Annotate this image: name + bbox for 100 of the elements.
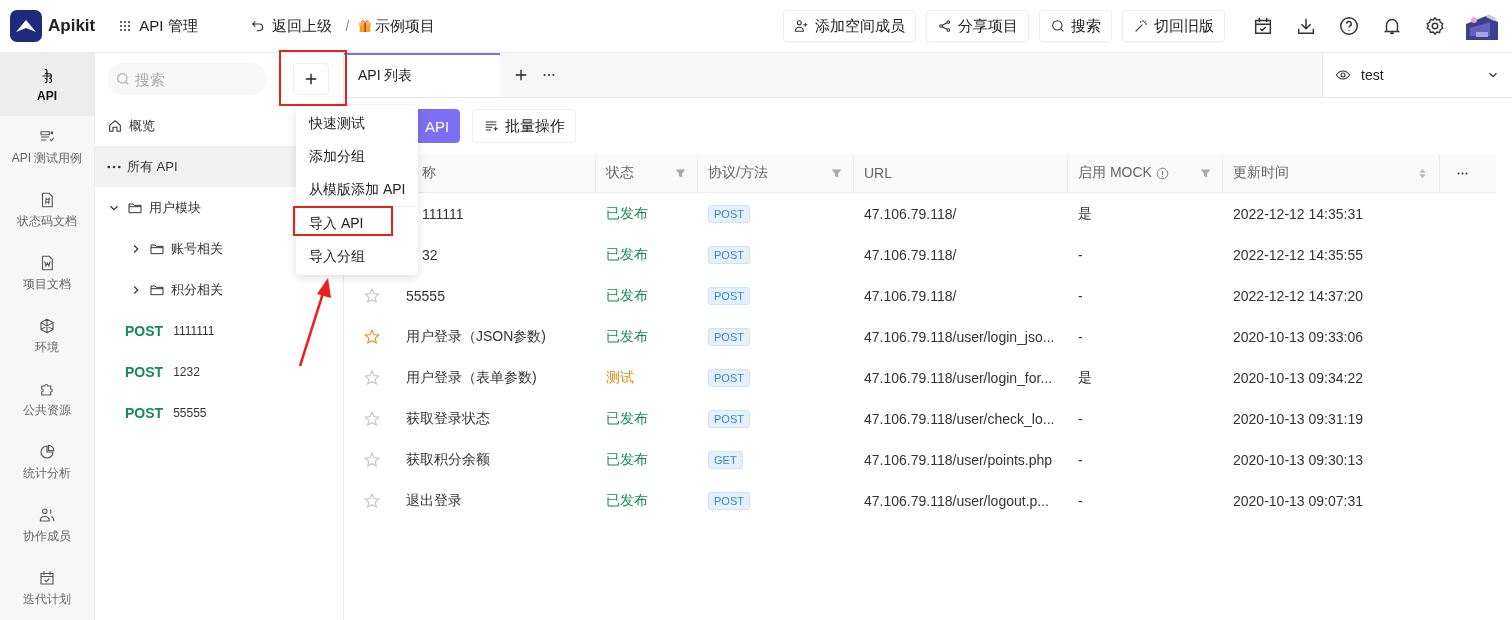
column-header: URL (864, 165, 892, 181)
status-text: 已发布 (606, 491, 648, 508)
mock-text: - (1078, 328, 1083, 345)
filter-icon[interactable] (830, 166, 843, 180)
add-user-icon (794, 18, 810, 34)
calendar-icon (38, 569, 56, 587)
column-header: 称 (422, 164, 436, 182)
endpoint-row[interactable]: POST 1232 (95, 351, 343, 392)
updated-time: 2020-10-13 09:33:06 (1233, 328, 1363, 345)
mock-text: 是 (1078, 368, 1092, 385)
eye-icon (1335, 67, 1351, 83)
plus-icon[interactable] (514, 68, 528, 82)
updated-time: 2022-12-12 14:35:31 (1233, 205, 1363, 222)
settings-icon[interactable] (1424, 15, 1446, 37)
star-icon[interactable] (363, 368, 381, 387)
status-text: 已发布 (606, 327, 648, 344)
status-text: 已发布 (606, 204, 648, 221)
header-button[interactable]: 切回旧版 (1122, 10, 1225, 42)
api-management-link[interactable]: API 管理 (111, 12, 204, 40)
method-tag: POST (708, 327, 750, 346)
column-header: 状态 (606, 164, 634, 182)
api-name[interactable]: 32 (422, 246, 438, 263)
star-icon[interactable] (363, 450, 381, 469)
updated-time: 2022-12-12 14:37:20 (1233, 287, 1363, 304)
help-icon[interactable] (1338, 15, 1360, 37)
mock-text: - (1078, 287, 1083, 304)
api-name[interactable]: 退出登录 (406, 491, 462, 508)
url-text: 47.106.79.118/user/check_lo... (864, 410, 1055, 427)
nav-item[interactable]: 统计分析 (0, 431, 94, 494)
nav-item[interactable]: 环境 (0, 305, 94, 368)
menu-item[interactable]: 导入 API (296, 207, 418, 240)
updated-time: 2020-10-13 09:31:19 (1233, 410, 1363, 427)
updated-time: 2022-12-12 14:35:55 (1233, 246, 1363, 263)
breadcrumb-separator: / (345, 18, 350, 34)
ellipsis-icon (107, 164, 121, 169)
magic-wand-icon (1133, 18, 1149, 34)
status-text: 已发布 (606, 245, 648, 262)
nav-item[interactable]: API (0, 53, 94, 116)
tab[interactable]: API 列表 (344, 53, 500, 97)
url-text: 47.106.79.118/ (864, 246, 957, 263)
list-icon (483, 118, 500, 134)
search-icon (1050, 18, 1066, 34)
mock-text: - (1078, 451, 1083, 468)
status-text: 测试 (606, 368, 634, 385)
api-name[interactable]: 55555 (406, 287, 445, 304)
header-button[interactable]: 搜索 (1039, 10, 1112, 42)
api-name[interactable]: 获取积分余额 (406, 450, 490, 467)
filter-icon[interactable] (674, 166, 687, 180)
method-tag: GET (708, 450, 743, 469)
endpoint-row[interactable]: POST 1111111 (95, 310, 343, 351)
cube-icon (38, 317, 56, 335)
column-header: 启用 MOCK (1078, 164, 1152, 182)
nav-item[interactable]: 迭代计划 (0, 557, 94, 620)
method-tag: POST (708, 286, 750, 305)
header-button[interactable]: 分享项目 (926, 10, 1029, 42)
status-text: 已发布 (606, 409, 648, 426)
star-icon[interactable] (363, 491, 381, 510)
app-name: Apikit (48, 16, 96, 36)
sort-icon[interactable] (1416, 166, 1429, 180)
calendar-icon[interactable] (1252, 15, 1274, 37)
star-icon[interactable] (363, 286, 381, 305)
updated-time: 2020-10-13 09:07:31 (1233, 492, 1363, 509)
column-header: 协议/方法 (708, 164, 768, 182)
method-tag: POST (708, 204, 750, 223)
mock-text: - (1078, 410, 1083, 427)
api-name[interactable]: 111111 (422, 205, 464, 222)
star-icon[interactable] (363, 409, 381, 428)
endpoint-row[interactable]: POST 55555 (95, 392, 343, 433)
nav-item[interactable]: 协作成员 (0, 494, 94, 557)
method-tag: POST (708, 368, 750, 387)
api-name[interactable]: 用户登录（JSON参数) (406, 327, 546, 344)
add-button[interactable] (293, 63, 329, 95)
nav-item[interactable]: API 测试用例 (0, 116, 94, 179)
url-text: 47.106.79.118/user/logout.p... (864, 492, 1049, 509)
column-header: 更新时间 (1233, 164, 1289, 182)
url-text: 47.106.79.118/user/login_for... (864, 369, 1053, 386)
star-icon[interactable] (363, 327, 381, 346)
search-field[interactable]: 搜索 (107, 63, 267, 95)
search-icon (115, 71, 131, 87)
header-button[interactable]: 添加空间成员 (783, 10, 916, 42)
url-text: 47.106.79.118/user/login_jso... (864, 328, 1055, 345)
batch-button[interactable]: 批量操作 (472, 109, 577, 143)
project-link[interactable]: 示例项目 (357, 12, 442, 40)
undo-icon (249, 18, 266, 34)
url-text: 47.106.79.118/ (864, 205, 957, 222)
plus-icon (304, 72, 318, 86)
logo-icon (10, 10, 42, 42)
filter-icon[interactable] (1199, 166, 1212, 180)
nav-item[interactable]: 公共资源 (0, 368, 94, 431)
back-link[interactable]: 返回上级 (243, 12, 338, 40)
updated-time: 2020-10-13 09:30:13 (1233, 451, 1363, 468)
info-icon[interactable] (1155, 166, 1169, 180)
api-name[interactable]: 获取登录状态 (406, 409, 490, 426)
status-text: 已发布 (606, 286, 648, 303)
share-icon (937, 18, 953, 34)
api-name[interactable]: 用户登录（表单参数) (406, 368, 537, 385)
environment-select[interactable]: test (1322, 53, 1512, 97)
nav-item[interactable]: 项目文档 (0, 242, 94, 305)
nav-item[interactable]: 状态码文档 (0, 179, 94, 242)
pie-chart-icon (38, 443, 56, 461)
